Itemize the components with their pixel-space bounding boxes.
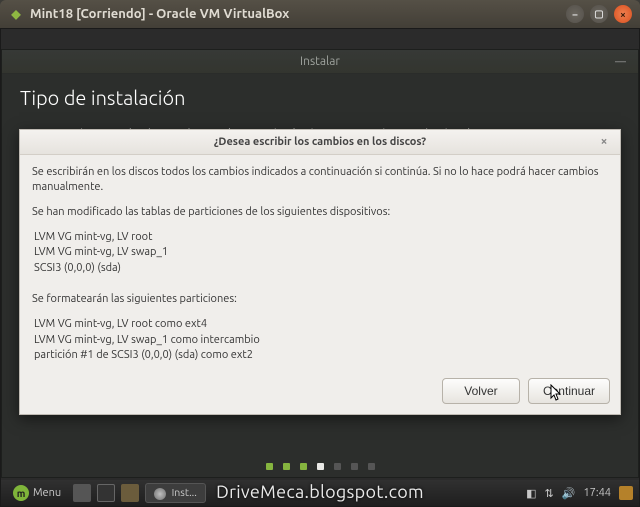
tray-clock[interactable]: 17:44: [583, 487, 611, 499]
taskbar: m Menu Inst... ◧ ⇅ 🔊 17:44: [1, 480, 639, 506]
tray-notification-icon[interactable]: [619, 486, 633, 500]
page-heading: Tipo de instalación: [20, 86, 620, 109]
close-button[interactable]: ×: [614, 5, 632, 23]
file-manager-icon[interactable]: [121, 484, 139, 502]
step-dot: [334, 463, 341, 470]
dialog-title: ¿Desea escribir los cambios en los disco…: [20, 130, 620, 155]
system-tray: ◧ ⇅ 🔊 17:44: [526, 486, 633, 500]
continue-button[interactable]: Continuar: [528, 378, 610, 404]
step-dot: [283, 463, 290, 470]
step-dot: [300, 463, 307, 470]
dialog-intro: Se escribirán en los discos todos los ca…: [32, 165, 608, 195]
step-dot: [317, 463, 324, 470]
tray-user-icon[interactable]: ◧: [526, 487, 536, 500]
dialog-close-icon[interactable]: ×: [596, 134, 612, 150]
progress-dots: [1, 463, 639, 470]
format-partition-item: LVM VG mint-vg, LV swap_1 como intercamb…: [34, 333, 608, 348]
show-desktop-icon[interactable]: [73, 484, 91, 502]
confirm-dialog: ¿Desea escribir los cambios en los disco…: [19, 129, 621, 415]
installer-titlebar: Instalar —: [2, 50, 638, 74]
dialog-body: Se escribirán en los discos todos los ca…: [20, 155, 620, 370]
disc-icon: [154, 488, 166, 500]
changed-device-item: LVM VG mint-vg, LV root: [34, 230, 608, 245]
start-menu-button[interactable]: m Menu: [7, 483, 67, 503]
format-partition-item: partición #1 de SCSI3 (0,0,0) (sda) como…: [34, 348, 608, 363]
step-dot: [266, 463, 273, 470]
changed-devices-label: Se han modificado las tablas de particio…: [32, 205, 608, 220]
step-dot: [351, 463, 358, 470]
installer-minimize-icon[interactable]: —: [615, 56, 626, 68]
taskbar-window-button[interactable]: Inst...: [145, 483, 206, 502]
mint-icon: ◆: [8, 6, 24, 22]
vm-screen: Instalar — Tipo de instalación En este e…: [0, 28, 640, 507]
back-button[interactable]: Volver: [442, 378, 520, 404]
menu-label: Menu: [33, 487, 61, 499]
mint-logo-icon: m: [13, 485, 29, 501]
step-dot: [368, 463, 375, 470]
terminal-icon[interactable]: [97, 484, 115, 502]
format-partitions-label: Se formatearán las siguientes particione…: [32, 292, 608, 307]
tray-network-icon[interactable]: ⇅: [545, 487, 554, 500]
changed-device-item: LVM VG mint-vg, LV swap_1: [34, 245, 608, 260]
tray-volume-icon[interactable]: 🔊: [562, 487, 576, 500]
dialog-footer: Volver Continuar: [20, 370, 620, 414]
minimize-button[interactable]: –: [566, 5, 584, 23]
maximize-button[interactable]: ▢: [590, 5, 608, 23]
vbox-title: Mint18 [Corriendo] - Oracle VM VirtualBo…: [30, 7, 560, 21]
installer-title: Instalar: [300, 55, 340, 68]
vbox-titlebar: ◆ Mint18 [Corriendo] - Oracle VM Virtual…: [0, 0, 640, 28]
format-partition-item: LVM VG mint-vg, LV root como ext4: [34, 317, 608, 332]
changed-device-item: SCSI3 (0,0,0) (sda): [34, 261, 608, 276]
